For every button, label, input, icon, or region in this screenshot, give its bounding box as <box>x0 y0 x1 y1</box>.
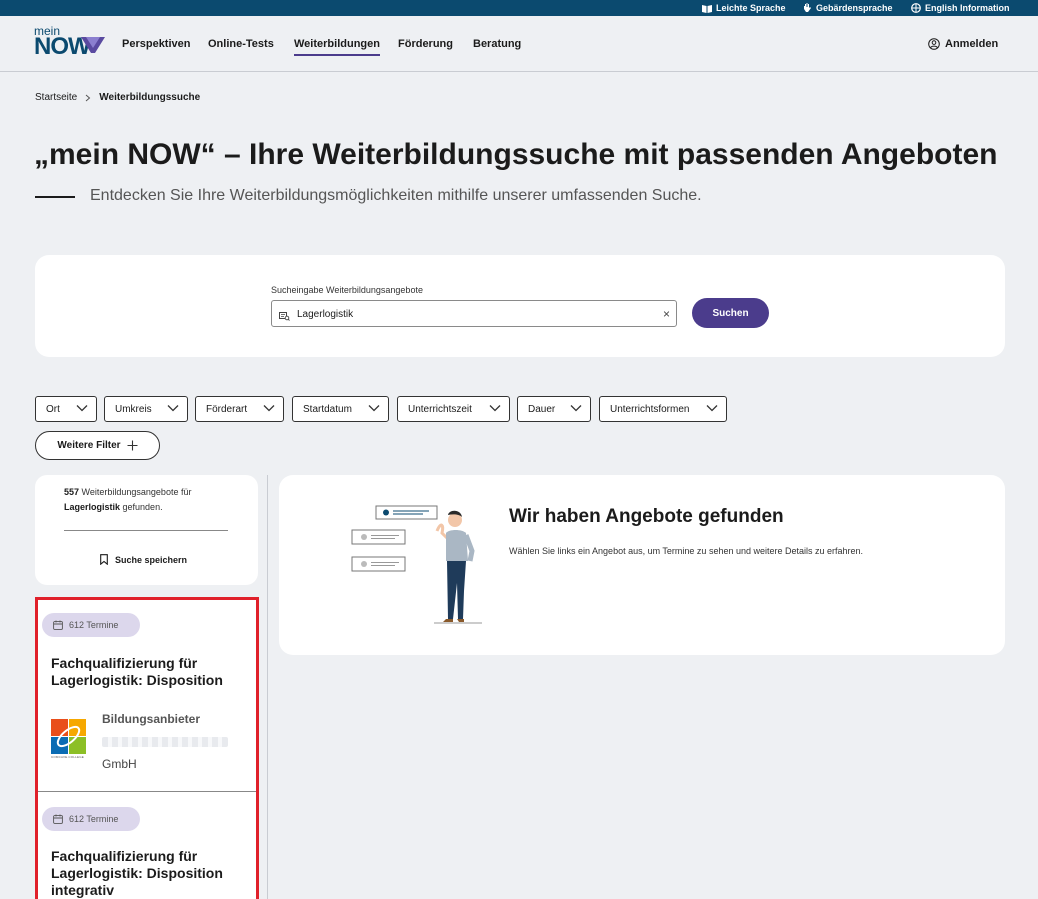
english-info-link[interactable]: English Information <box>911 1 1010 15</box>
dates-count: 612 Termine <box>69 620 119 630</box>
login-label: Anmelden <box>945 38 999 50</box>
search-card: Sucheingabe Weiterbildungsangebote × Suc… <box>35 255 1005 357</box>
nav-beratung[interactable]: Beratung <box>473 38 521 50</box>
utility-bar: Leichte Sprache Gebärdensprache English … <box>0 0 1038 16</box>
results-count: 557 <box>64 487 80 497</box>
nav-foerderung[interactable]: Förderung <box>398 38 453 50</box>
results-count-label: Weiterbildungsangebote für <box>81 487 192 497</box>
offer-list: 612 Termine Fachqualifizierung für Lager… <box>35 597 259 899</box>
calendar-icon <box>53 620 63 630</box>
filter-ort[interactable]: Ort <box>35 396 97 422</box>
filter-startdatum-label: Startdatum <box>303 403 352 415</box>
filter-dauer-label: Dauer <box>528 403 556 415</box>
offer-title: Fachqualifizierung für Lagerlogistik: Di… <box>51 655 223 688</box>
count-divider <box>64 530 228 531</box>
search-field-icon <box>279 308 290 326</box>
chevron-down-icon <box>570 405 582 412</box>
chevron-down-icon <box>706 405 718 412</box>
user-icon <box>928 38 940 50</box>
filter-foerderart-label: Förderart <box>206 403 248 415</box>
logo-caption: COMCAVE.COLLEGE <box>51 755 84 759</box>
chevron-down-icon <box>167 405 179 412</box>
breadcrumb-home[interactable]: Startseite <box>35 92 77 103</box>
main-header: mein NOW Perspektiven Online-Tests Weite… <box>0 16 1038 72</box>
filter-startdatum[interactable]: Startdatum <box>292 396 389 422</box>
provider-name-blurred <box>102 737 228 747</box>
easy-language-link[interactable]: Leichte Sprache <box>702 1 786 15</box>
search-field[interactable]: × <box>271 300 677 327</box>
hand-icon <box>802 3 812 13</box>
breadcrumb-current: Weiterbildungssuche <box>99 92 201 103</box>
filter-foerderart[interactable]: Förderart <box>195 396 284 422</box>
search-button[interactable]: Suchen <box>692 298 769 328</box>
chevron-right-icon <box>85 94 91 101</box>
filter-umkreis[interactable]: Umkreis <box>104 396 188 422</box>
easy-language-label: Leichte Sprache <box>716 3 786 13</box>
filter-ort-label: Ort <box>46 403 60 415</box>
provider-company: GmbH <box>102 757 137 771</box>
results-divider <box>267 475 268 899</box>
clear-icon[interactable]: × <box>663 307 670 321</box>
person-presenting-illustration <box>351 505 482 624</box>
offer-card[interactable]: 612 Termine Fachqualifizierung für Lager… <box>40 600 256 791</box>
breadcrumb: Startseite Weiterbildungssuche <box>35 92 200 103</box>
filter-umkreis-label: Umkreis <box>115 403 152 415</box>
found-description: Wählen Sie links ein Angebot aus, um Ter… <box>509 546 864 556</box>
sign-language-link[interactable]: Gebärdensprache <box>802 1 893 15</box>
page-title: „mein NOW“ – Ihre Weiterbildungssuche mi… <box>34 138 998 171</box>
offers-found-panel: Wir haben Angebote gefunden Wählen Sie l… <box>279 475 1005 655</box>
bookmark-icon <box>100 554 108 565</box>
mein-now-logo[interactable]: mein NOW <box>34 24 106 60</box>
found-title: Wir haben Angebote gefunden <box>509 506 784 527</box>
save-search-label: Suche speichern <box>115 554 188 565</box>
provider-logo <box>51 719 87 759</box>
offer-title: Fachqualifizierung für Lagerlogistik: Di… <box>51 848 223 898</box>
save-search-button[interactable]: Suche speichern <box>100 554 187 565</box>
chevron-down-icon <box>263 405 275 412</box>
calendar-icon <box>53 814 63 824</box>
results-query: Lagerlogistik <box>64 502 121 512</box>
results-count-text: 557 Weiterbildungsangebote für Lagerlogi… <box>64 485 239 515</box>
login-button[interactable]: Anmelden <box>928 38 998 50</box>
filter-unterrichtsformen[interactable]: Unterrichtsformen <box>599 396 727 422</box>
nav-online-tests[interactable]: Online-Tests <box>208 38 274 50</box>
logo-chevron-icon <box>81 37 105 53</box>
book-icon <box>702 3 712 13</box>
filter-unterrichtszeit[interactable]: Unterrichtszeit <box>397 396 510 422</box>
nav-weiterbildungen[interactable]: Weiterbildungen <box>294 38 380 56</box>
english-info-label: English Information <box>925 3 1010 13</box>
plus-icon <box>127 440 138 451</box>
dates-badge: 612 Termine <box>42 807 140 831</box>
nav-perspektiven[interactable]: Perspektiven <box>122 38 190 50</box>
dates-count: 612 Termine <box>69 814 119 824</box>
chevron-down-icon <box>76 405 88 412</box>
globe-icon <box>911 3 921 13</box>
filter-unterrichtsformen-label: Unterrichtsformen <box>610 403 690 415</box>
provider-label: Bildungsanbieter <box>102 712 201 726</box>
results-count-card: 557 Weiterbildungsangebote für Lagerlogi… <box>35 475 258 585</box>
offer-card[interactable]: 612 Termine Fachqualifizierung für Lager… <box>40 792 256 899</box>
filter-unterrichtszeit-label: Unterrichtszeit <box>408 403 472 415</box>
subtitle-divider <box>35 196 75 198</box>
more-filters-button[interactable]: Weitere Filter <box>35 431 160 460</box>
results-found-suffix: gefunden. <box>122 502 163 512</box>
chevron-down-icon <box>489 405 501 412</box>
search-input[interactable] <box>297 306 647 322</box>
more-filters-label: Weitere Filter <box>57 440 121 451</box>
filter-dauer[interactable]: Dauer <box>517 396 591 422</box>
page-subtitle: Entdecken Sie Ihre Weiterbildungsmöglich… <box>90 187 702 204</box>
search-label: Sucheingabe Weiterbildungsangebote <box>271 285 423 295</box>
dates-badge: 612 Termine <box>42 613 140 637</box>
sign-language-label: Gebärdensprache <box>816 3 893 13</box>
chevron-down-icon <box>368 405 380 412</box>
